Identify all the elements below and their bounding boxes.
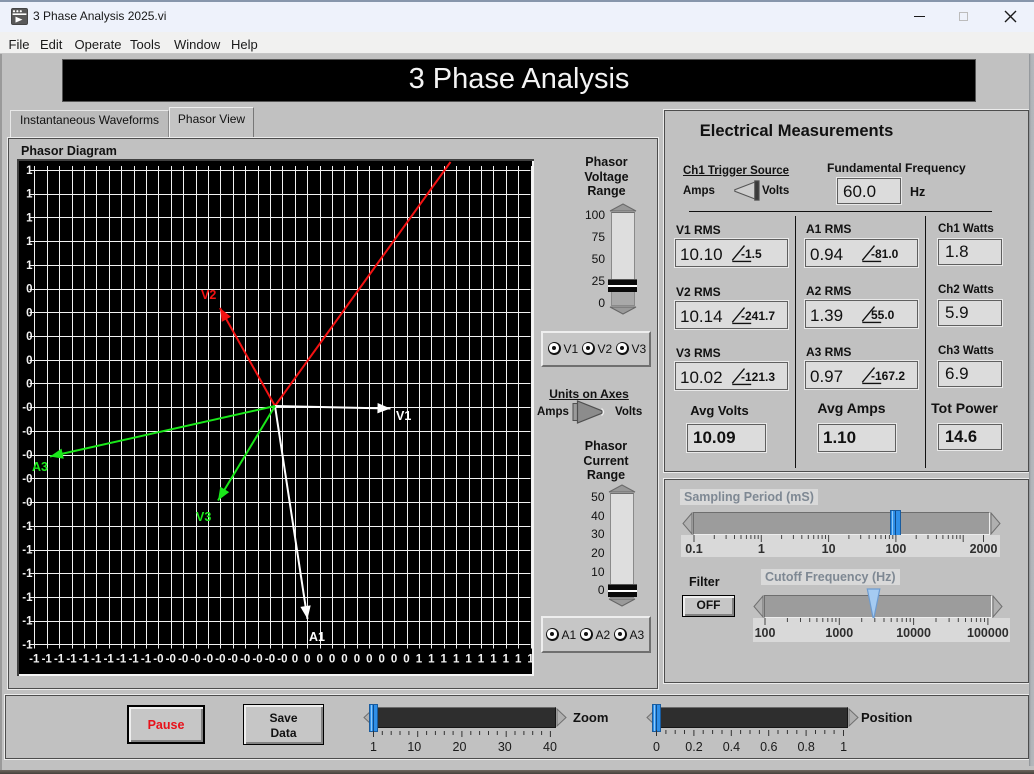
svg-text:1: 1 <box>428 654 435 666</box>
svg-text:1: 1 <box>26 260 33 272</box>
svg-text:-0: -0 <box>153 654 163 666</box>
svg-text:0: 0 <box>26 331 32 343</box>
svg-text:-0: -0 <box>190 654 200 666</box>
svg-text:-0: -0 <box>22 450 32 462</box>
svg-text:-1: -1 <box>22 592 33 604</box>
svg-text:-1: -1 <box>104 654 115 666</box>
svg-text:0: 0 <box>26 379 32 391</box>
svg-text:-0: -0 <box>178 654 188 666</box>
svg-text:-0: -0 <box>203 654 213 666</box>
svg-text:0: 0 <box>26 307 32 319</box>
svg-text:V2: V2 <box>201 288 216 302</box>
svg-text:1: 1 <box>26 189 33 201</box>
svg-text:-1: -1 <box>54 654 65 666</box>
svg-text:0: 0 <box>403 654 409 666</box>
svg-text:0: 0 <box>26 355 32 367</box>
svg-text:1: 1 <box>515 654 522 666</box>
svg-text:-1: -1 <box>22 521 33 533</box>
svg-text:-0: -0 <box>22 473 32 485</box>
svg-text:-1.5: -1.5 <box>741 247 762 261</box>
svg-text:1: 1 <box>453 654 460 666</box>
svg-text:-0: -0 <box>228 654 238 666</box>
svg-text:55.0: 55.0 <box>871 308 895 322</box>
svg-text:A3: A3 <box>32 460 48 474</box>
svg-text:-0: -0 <box>252 654 262 666</box>
svg-text:-1: -1 <box>22 545 33 557</box>
svg-text:-1: -1 <box>22 639 33 651</box>
svg-text:-1: -1 <box>79 654 90 666</box>
svg-text:1: 1 <box>26 165 33 177</box>
svg-text:0: 0 <box>366 654 372 666</box>
svg-text:1: 1 <box>26 212 33 224</box>
svg-text:0: 0 <box>304 654 310 666</box>
svg-text:0: 0 <box>391 654 397 666</box>
svg-text:0: 0 <box>329 654 335 666</box>
svg-text:V1: V1 <box>396 409 411 423</box>
svg-text:-1: -1 <box>42 654 53 666</box>
svg-text:0: 0 <box>378 654 384 666</box>
svg-text:V3: V3 <box>196 510 211 524</box>
svg-text:-0: -0 <box>265 654 275 666</box>
svg-text:-1: -1 <box>91 654 102 666</box>
svg-text:0: 0 <box>341 654 347 666</box>
svg-text:A1: A1 <box>309 630 325 644</box>
svg-text:-121.3: -121.3 <box>741 370 775 384</box>
svg-text:0: 0 <box>316 654 322 666</box>
svg-text:-1: -1 <box>116 654 127 666</box>
svg-text:-0: -0 <box>166 654 176 666</box>
svg-text:-0: -0 <box>240 654 250 666</box>
svg-text:-1: -1 <box>66 654 77 666</box>
svg-text:-241.7: -241.7 <box>741 309 775 323</box>
svg-text:-1: -1 <box>22 616 33 628</box>
svg-text:-1: -1 <box>128 654 139 666</box>
svg-text:-167.2: -167.2 <box>871 369 905 383</box>
svg-text:0: 0 <box>354 654 360 666</box>
svg-text:1: 1 <box>416 654 423 666</box>
svg-text:-0: -0 <box>22 426 32 438</box>
svg-text:-81.0: -81.0 <box>871 247 899 261</box>
svg-text:1: 1 <box>478 654 485 666</box>
svg-text:1: 1 <box>465 654 472 666</box>
svg-text:0: 0 <box>26 284 32 296</box>
svg-text:1: 1 <box>440 654 447 666</box>
svg-text:1: 1 <box>26 236 33 248</box>
svg-text:1: 1 <box>527 654 534 666</box>
svg-text:-0: -0 <box>22 497 32 509</box>
svg-text:1: 1 <box>503 654 510 666</box>
svg-text:0: 0 <box>292 654 298 666</box>
svg-text:-1: -1 <box>141 654 152 666</box>
svg-text:-0: -0 <box>215 654 225 666</box>
svg-text:-1: -1 <box>22 568 33 580</box>
svg-text:-0: -0 <box>277 654 287 666</box>
svg-text:-0: -0 <box>22 402 32 414</box>
svg-text:1: 1 <box>490 654 497 666</box>
svg-text:-1: -1 <box>29 654 40 666</box>
